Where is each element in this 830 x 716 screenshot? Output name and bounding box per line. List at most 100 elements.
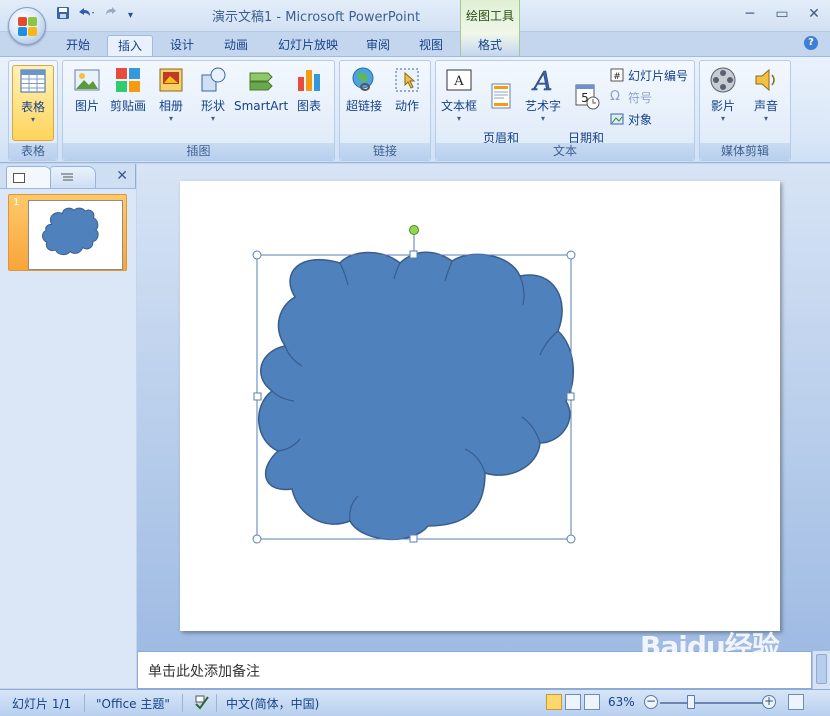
textbox-button[interactable]: A 文本框 ▾: [439, 65, 479, 124]
sound-button-label: 声音: [753, 99, 778, 113]
slide-thumbnail[interactable]: [28, 200, 123, 270]
chevron-down-icon: ▾: [210, 114, 215, 123]
photo-album-icon: [159, 68, 183, 92]
hyperlink-button[interactable]: 超链接: [343, 65, 385, 114]
zoom-level[interactable]: 63%: [608, 695, 635, 709]
tab-home[interactable]: 开始: [60, 35, 96, 56]
tab-slideshow[interactable]: 幻灯片放映: [274, 35, 342, 56]
slides-panel-tabs: ✕: [6, 166, 130, 188]
resize-handle-sw[interactable]: [252, 534, 262, 544]
slideshow-view-icon[interactable]: [584, 694, 600, 710]
resize-handle-ne[interactable]: [566, 250, 576, 260]
svg-text:#: #: [613, 72, 621, 82]
action-icon: [395, 68, 419, 92]
spellcheck-icon[interactable]: [194, 694, 210, 713]
window-controls: ─ ▭ ✕: [734, 4, 830, 24]
redo-icon[interactable]: [102, 6, 124, 26]
maximize-icon[interactable]: ▭: [766, 4, 798, 24]
save-icon[interactable]: [56, 6, 72, 26]
notes-placeholder: 单击此处添加备注: [148, 664, 260, 680]
undo-icon[interactable]: [76, 6, 98, 26]
fit-to-window-icon[interactable]: [788, 694, 804, 710]
resize-handle-e[interactable]: [566, 392, 575, 401]
movie-button[interactable]: 影片 ▾: [703, 65, 743, 124]
clipart-button[interactable]: 剪贴画: [107, 65, 149, 114]
slides-tab-icon: [13, 173, 25, 183]
resize-handle-s[interactable]: [409, 534, 418, 543]
zoom-out-icon[interactable]: −: [644, 695, 658, 709]
resize-handle-nw[interactable]: [252, 250, 262, 260]
wordart-button-label: 艺术字: [524, 99, 561, 113]
tab-review[interactable]: 审阅: [360, 35, 396, 56]
tab-outline[interactable]: [50, 166, 96, 188]
slides-panel: ✕ 1: [0, 164, 136, 688]
language-indicator[interactable]: 中文(简体，中国): [226, 695, 319, 712]
tab-animations[interactable]: 动画: [218, 35, 254, 56]
slide-sorter-view-icon[interactable]: [565, 694, 581, 710]
tab-slides[interactable]: [6, 166, 52, 188]
contextual-tab-group-title: 绘图工具: [465, 9, 514, 23]
status-bar: 幻灯片 1/1 "Office 主题" 中文(简体，中国) 63% − +: [0, 689, 830, 716]
office-logo-icon: [18, 17, 38, 37]
chevron-down-icon: ▾: [763, 114, 768, 123]
group-tables: 表格 ▾ 表格: [8, 60, 58, 161]
group-illustrations: 图片 剪贴画 相册 ▾ 形状 ▾ SmartArt 图表 插图: [62, 60, 335, 161]
group-links: 超链接 动作 链接: [339, 60, 431, 161]
zoom-slider-knob[interactable]: [687, 695, 695, 709]
resize-handle-se[interactable]: [566, 534, 576, 544]
office-button[interactable]: [8, 7, 46, 45]
thumbnail-cloud-shape: [42, 207, 99, 256]
slide-canvas[interactable]: [180, 181, 780, 631]
chart-button[interactable]: 图表: [292, 65, 326, 114]
slide-number-button[interactable]: # 幻灯片编号: [610, 65, 688, 85]
slide-thumbnail-selected[interactable]: 1: [8, 194, 127, 271]
textbox-icon: A: [446, 69, 472, 91]
tab-format[interactable]: 格式: [472, 35, 508, 56]
movie-button-label: 影片: [710, 99, 735, 113]
normal-view-icon[interactable]: [546, 694, 562, 710]
tab-design[interactable]: 设计: [164, 35, 200, 56]
photo-album-button[interactable]: 相册 ▾: [154, 65, 188, 124]
ribbon-tabs: 开始 插入 设计 动画 幻灯片放映 审阅 视图 格式 ?: [0, 32, 830, 56]
object-button[interactable]: 对象: [610, 109, 652, 129]
picture-button[interactable]: 图片: [69, 65, 105, 114]
resize-handle-n[interactable]: [409, 250, 418, 259]
chart-button-label: 图表: [296, 99, 321, 113]
cloud-shape[interactable]: [258, 251, 575, 541]
action-button-label: 动作: [394, 99, 419, 113]
chevron-down-icon: ▾: [720, 114, 725, 123]
tab-insert[interactable]: 插入: [107, 35, 153, 56]
slide-number-label: 幻灯片编号: [628, 68, 689, 83]
wordart-icon: A: [531, 67, 552, 95]
action-button[interactable]: 动作: [390, 65, 424, 114]
tab-view[interactable]: 视图: [413, 35, 449, 56]
resize-handle-w[interactable]: [253, 392, 262, 401]
help-icon[interactable]: ?: [804, 36, 818, 50]
table-button[interactable]: 表格 ▾: [12, 65, 54, 141]
picture-button-label: 图片: [74, 99, 99, 113]
quick-access-toolbar: ▾: [56, 7, 140, 25]
zoom-slider[interactable]: [660, 702, 766, 704]
symbol-button[interactable]: Ω 符号: [610, 87, 652, 107]
notes-scrollbar[interactable]: [812, 651, 830, 689]
film-reel-icon: [710, 67, 736, 93]
shapes-button[interactable]: 形状 ▾: [195, 65, 231, 124]
slide-content: [252, 225, 576, 544]
svg-text:A: A: [453, 74, 464, 89]
ribbon: 表格 ▾ 表格 图片 剪贴画 相册 ▾ 形状 ▾ SmartArt 图表 插图 …: [0, 56, 830, 163]
rotate-handle[interactable]: [409, 225, 419, 235]
zoom-in-icon[interactable]: +: [762, 695, 776, 709]
smartart-button[interactable]: SmartArt: [234, 65, 288, 114]
chevron-down-icon: ▾: [168, 114, 173, 123]
close-icon[interactable]: ✕: [798, 4, 830, 24]
close-panel-icon[interactable]: ✕: [116, 168, 128, 184]
sound-button[interactable]: 声音 ▾: [746, 65, 786, 124]
customize-qat-icon[interactable]: ▾: [128, 7, 140, 25]
header-footer-icon: [491, 83, 511, 109]
scrollbar-thumb[interactable]: [816, 654, 827, 684]
theme-name[interactable]: "Office 主题": [96, 695, 170, 712]
minimize-icon[interactable]: ─: [734, 4, 766, 24]
wordart-button[interactable]: A 艺术字 ▾: [523, 65, 563, 124]
photo-album-button-label: 相册: [158, 99, 183, 113]
group-text-label: 文本: [436, 143, 694, 160]
